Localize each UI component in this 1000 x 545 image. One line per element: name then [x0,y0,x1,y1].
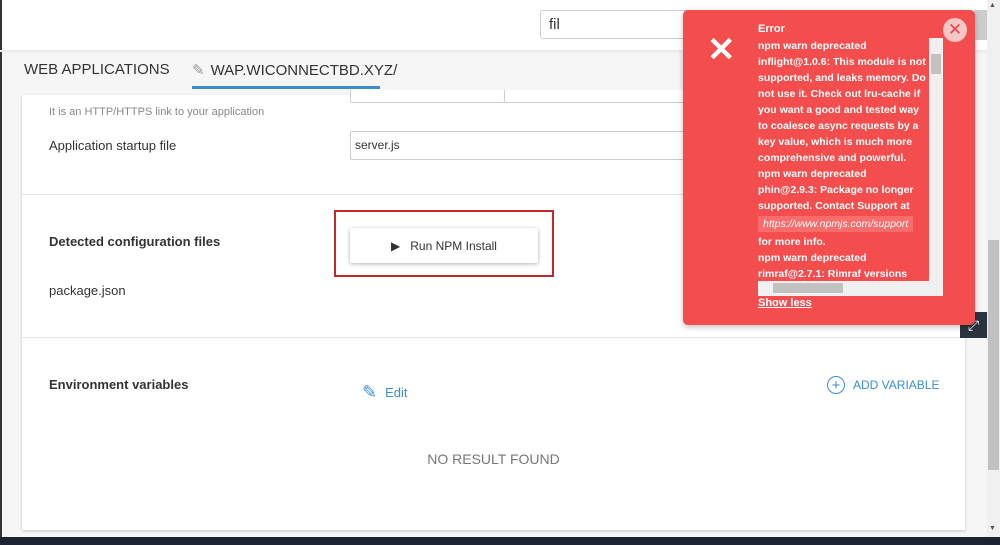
empty-state: NO RESULT FOUND [427,451,560,467]
url-scheme-select[interactable] [350,90,505,103]
left-edge [0,92,2,537]
message-line: npm warn deprecated inflight@1.0.6: This… [758,40,926,164]
add-variable-label: ADD VARIABLE [853,378,940,392]
play-icon: ▶ [391,238,401,253]
config-file-name: package.json [49,283,126,298]
edit-label: Edit [385,385,408,400]
url-hint: It is an HTTP/HTTPS link to your applica… [49,106,265,118]
config-files-title: Detected configuration files [49,234,221,249]
toast-message-scroll[interactable]: npm warn deprecated inflight@1.0.6: This… [758,38,946,296]
edit-link[interactable]: ✎ Edit [362,382,408,403]
tab-label: WAP.WICONNECTBD.XYZ/ [210,62,398,79]
startup-file-input[interactable]: server.js [350,131,690,160]
page-scrollbar[interactable]: ▲ ▼ [987,0,1000,537]
support-link[interactable]: https://www.npmjs.com/support [758,216,914,232]
toast-message: npm warn deprecated inflight@1.0.6: This… [758,38,928,296]
add-variable-button[interactable]: + ADD VARIABLE [827,376,939,394]
plus-circle-icon: + [827,376,845,394]
corner-widget [974,10,987,40]
show-less-link[interactable]: Show less [758,297,812,309]
toast-horizontal-scrollbar[interactable] [758,281,943,296]
taskbar [0,537,1000,545]
pencil-icon: ✎ [362,382,378,402]
tab-current-app[interactable]: ✎ WAP.WICONNECTBD.XYZ/ [192,61,397,89]
run-npm-label: Run NPM Install [410,238,497,253]
pencil-icon: ✎ [192,62,205,79]
toast-vertical-scrollbar[interactable] [929,38,943,281]
message-line: npm warn deprecated phin@2.9.3: Package … [758,168,914,212]
toast-title: Error [758,23,785,35]
run-npm-install-button[interactable]: ▶ Run NPM Install [350,228,538,263]
startup-file-label: Application startup file [49,138,177,153]
error-toast: ✕ ✕ Error npm warn deprecated inflight@1… [683,10,975,325]
env-vars-title: Environment variables [49,377,189,392]
tab-web-applications[interactable]: WEB APPLICATIONS [24,61,170,78]
close-toast-button[interactable]: ✕ [943,18,967,42]
message-line: for more info. [758,236,826,248]
url-input[interactable] [504,90,704,103]
error-x-icon: ✕ [707,31,736,69]
search-input[interactable]: fil [540,10,700,39]
